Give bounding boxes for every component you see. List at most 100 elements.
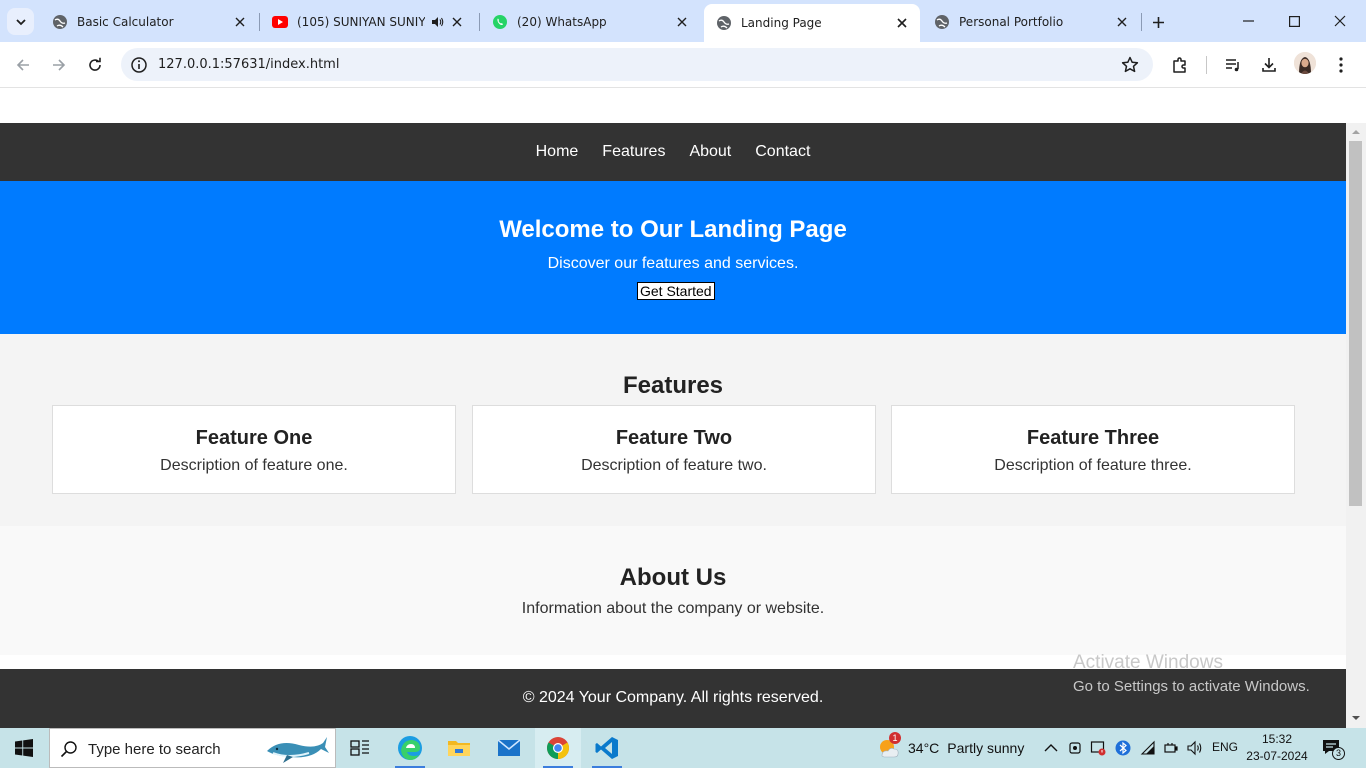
extensions-button[interactable] xyxy=(1165,50,1195,80)
tab-basic-calculator[interactable]: Basic Calculator xyxy=(40,6,258,38)
bluetooth-icon[interactable] xyxy=(1115,740,1131,756)
forward-arrow-icon xyxy=(53,59,66,71)
feature-title: Feature One xyxy=(195,427,313,449)
language-indicator[interactable]: ENG xyxy=(1212,740,1238,754)
close-tab-icon[interactable] xyxy=(232,14,248,30)
features-heading: Features xyxy=(622,372,724,399)
clock-time: 15:32 xyxy=(1261,732,1293,746)
feature-card: Feature Two Description of feature two. xyxy=(472,405,876,494)
maximize-icon xyxy=(1288,15,1300,27)
site-navbar: Home Features About Contact xyxy=(0,123,1346,181)
close-window-button[interactable] xyxy=(1317,0,1363,42)
clock-date: 23-07-2024 xyxy=(1246,749,1308,763)
browser-tab-strip: Basic Calculator (105) SUNIYAN SUNIYAN (… xyxy=(0,0,1366,42)
wifi-icon[interactable] xyxy=(1140,740,1156,756)
close-tab-icon[interactable] xyxy=(894,15,910,31)
weather-condition: Partly sunny xyxy=(947,740,1025,756)
profile-avatar[interactable] xyxy=(1294,52,1316,74)
tab-search-button[interactable] xyxy=(7,8,34,35)
minimize-button[interactable] xyxy=(1225,0,1271,42)
taskbar-search-box[interactable]: Type here to search xyxy=(49,728,336,768)
page-scrollbar[interactable] xyxy=(1346,123,1366,728)
meet-now-icon[interactable] xyxy=(1067,740,1083,756)
globe-icon xyxy=(53,15,67,29)
address-bar[interactable]: 127.0.0.1:57631/index.html xyxy=(121,48,1153,81)
close-tab-icon[interactable] xyxy=(449,14,465,30)
tab-youtube[interactable]: (105) SUNIYAN SUNIYAN xyxy=(260,6,478,38)
watermark-subtitle: Go to Settings to activate Windows. xyxy=(1073,678,1310,695)
tab-personal-portfolio[interactable]: Personal Portfolio xyxy=(922,6,1140,38)
taskbar-file-explorer[interactable] xyxy=(436,728,482,768)
security-alert-icon[interactable] xyxy=(1090,740,1106,756)
forward-button[interactable] xyxy=(44,50,74,80)
whale-illustration-icon xyxy=(267,737,329,763)
system-clock[interactable]: 15:32 23-07-2024 xyxy=(1246,731,1308,765)
windows-logo-icon xyxy=(15,739,33,757)
feature-title: Feature Two xyxy=(615,427,733,449)
partly-sunny-icon: 1 xyxy=(876,732,901,760)
feature-card: Feature Three Description of feature thr… xyxy=(891,405,1295,494)
site-info-icon[interactable] xyxy=(129,55,149,75)
nav-link-home[interactable]: Home xyxy=(536,143,579,161)
minimize-icon xyxy=(1242,20,1254,22)
start-button[interactable] xyxy=(0,728,48,768)
hero-subtitle: Discover our features and services. xyxy=(547,255,799,272)
taskbar-chrome[interactable] xyxy=(535,728,581,768)
tab-title: Basic Calculator xyxy=(77,15,174,29)
task-view-button[interactable] xyxy=(337,728,383,768)
url-text[interactable]: 127.0.0.1:57631/index.html xyxy=(158,57,339,72)
about-heading: About Us xyxy=(619,564,727,591)
scroll-down-arrow-icon[interactable] xyxy=(1351,713,1361,723)
weather-alert-badge: 1 xyxy=(889,732,901,744)
nav-link-features[interactable]: Features xyxy=(602,143,665,161)
tab-divider xyxy=(1141,13,1142,31)
taskbar-mail[interactable] xyxy=(486,728,532,768)
taskbar-vscode[interactable] xyxy=(584,728,630,768)
feature-title: Feature Three xyxy=(1026,427,1160,449)
about-section: About Us Information about the company o… xyxy=(0,526,1346,655)
scroll-up-arrow-icon[interactable] xyxy=(1351,127,1361,137)
close-tab-icon[interactable] xyxy=(674,14,690,30)
back-button[interactable] xyxy=(8,50,38,80)
weather-widget[interactable]: 1 34°C Partly sunny xyxy=(876,732,1025,760)
reload-button[interactable] xyxy=(80,50,110,80)
tab-title: Personal Portfolio xyxy=(959,15,1064,29)
hero-section: Welcome to Our Landing Page Discover our… xyxy=(0,181,1346,334)
about-text: Information about the company or website… xyxy=(521,600,825,617)
hero-title: Welcome to Our Landing Page xyxy=(499,216,847,243)
get-started-button[interactable]: Get Started xyxy=(637,282,715,300)
kebab-menu-icon xyxy=(1339,57,1343,73)
globe-icon xyxy=(717,16,731,30)
volume-icon[interactable] xyxy=(1187,740,1203,756)
speaker-icon[interactable] xyxy=(429,14,445,30)
notification-center-button[interactable]: 3 xyxy=(1322,738,1345,760)
scrollbar-thumb[interactable] xyxy=(1349,141,1362,506)
taskbar-edge[interactable] xyxy=(387,728,433,768)
nav-link-contact[interactable]: Contact xyxy=(755,143,810,161)
power-plug-icon[interactable] xyxy=(1163,740,1179,756)
task-view-icon xyxy=(350,740,369,756)
media-controls-button[interactable] xyxy=(1218,50,1248,80)
download-icon xyxy=(1262,58,1276,72)
tab-whatsapp[interactable]: (20) WhatsApp xyxy=(480,6,700,38)
notification-count-badge: 3 xyxy=(1332,747,1345,760)
close-tab-icon[interactable] xyxy=(1114,14,1130,30)
reload-icon xyxy=(89,57,101,71)
media-queue-icon xyxy=(1226,59,1239,72)
nav-link-about[interactable]: About xyxy=(689,143,731,161)
windows-taskbar: Type here to search 1 34°C Partly sunny … xyxy=(0,728,1366,768)
maximize-button[interactable] xyxy=(1271,0,1317,42)
profile-avatar-icon xyxy=(1294,52,1316,74)
tab-landing-page[interactable]: Landing Page xyxy=(704,4,920,42)
browser-menu-button[interactable] xyxy=(1326,50,1356,80)
feature-description: Description of feature two. xyxy=(581,457,767,474)
bookmark-star-icon[interactable] xyxy=(1121,56,1139,74)
puzzle-icon xyxy=(1173,57,1186,73)
downloads-button[interactable] xyxy=(1254,50,1284,80)
activate-windows-watermark: Activate Windows Go to Settings to activ… xyxy=(1073,652,1310,695)
whatsapp-icon xyxy=(493,15,507,29)
edge-browser-icon xyxy=(398,736,422,760)
chevron-up-icon[interactable] xyxy=(1043,740,1059,756)
chevron-down-icon xyxy=(15,18,26,25)
new-tab-button[interactable] xyxy=(1146,10,1170,34)
